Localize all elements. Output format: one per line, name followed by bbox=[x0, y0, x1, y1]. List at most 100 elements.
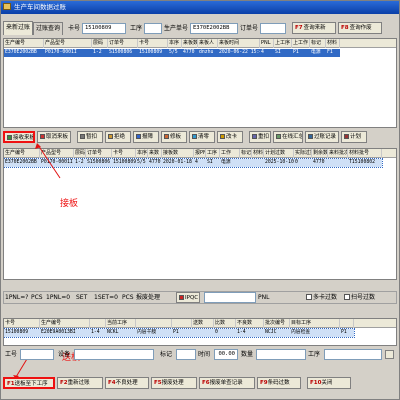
toolbar-button[interactable]: 过账记录 bbox=[305, 131, 339, 143]
column-header[interactable]: 产品型号 bbox=[40, 149, 74, 158]
query-void-label: 查询作废 bbox=[349, 25, 372, 31]
column-header[interactable]: 来板数 bbox=[182, 39, 198, 48]
scan-checkbox[interactable]: 扫号过数 bbox=[344, 292, 384, 303]
table-row[interactable]: 15100809 E20E9A0013BI 1-4 NCKL 内层干膜 P1 0 1-4 NCJ… bbox=[4, 328, 355, 338]
toolbar-button[interactable]: 在线汇总 bbox=[273, 131, 303, 143]
table-row[interactable]: E370E2002BB P0170-0001I 1-2 S1500806 1510080… bbox=[4, 158, 383, 168]
column-header[interactable]: 不良数 bbox=[236, 319, 264, 328]
order-num-input[interactable] bbox=[260, 23, 286, 34]
column-header[interactable]: 送数 bbox=[192, 319, 214, 328]
function-key-button[interactable]: F9条码过数 bbox=[257, 377, 301, 389]
column-header[interactable]: 标记 bbox=[310, 39, 326, 48]
order-label: 生产单号 bbox=[164, 25, 189, 32]
function-key-code: F2 bbox=[60, 380, 68, 386]
window-title: 生产车间数据过账 bbox=[14, 3, 66, 11]
column-header[interactable]: 当前工序 bbox=[106, 319, 136, 328]
toolbar-button[interactable]: 接收来板 bbox=[3, 131, 35, 143]
column-header[interactable]: 来料批次 bbox=[328, 149, 348, 158]
column-header[interactable]: 来数 bbox=[148, 149, 162, 158]
column-header[interactable] bbox=[90, 319, 106, 328]
ipqc-button[interactable]: IPQC bbox=[176, 292, 200, 303]
function-key-button[interactable]: F6报废单查记录 bbox=[199, 377, 255, 389]
column-header[interactable]: 订单号 bbox=[86, 149, 112, 158]
worker-input[interactable] bbox=[20, 349, 54, 360]
column-header[interactable]: 计划过数 bbox=[264, 149, 294, 158]
function-key-label: 报废单查记录 bbox=[209, 380, 243, 386]
column-header[interactable] bbox=[340, 319, 354, 328]
column-header[interactable]: 卡号 bbox=[112, 149, 136, 158]
column-header[interactable]: 目标工序 bbox=[290, 319, 340, 328]
column-header[interactable]: 接板数 bbox=[162, 149, 194, 158]
toolbar-button[interactable]: 重扣 bbox=[249, 131, 271, 143]
mark-input[interactable] bbox=[176, 349, 196, 360]
tab-posting-query[interactable]: 过账查询 bbox=[33, 22, 63, 35]
toolbar-button-label: 重扣 bbox=[258, 134, 270, 140]
column-header[interactable]: 实际过数 bbox=[294, 149, 312, 158]
column-header[interactable]: 来板人 bbox=[198, 39, 218, 48]
function-key-button[interactable]: F2重新过账 bbox=[57, 377, 103, 389]
column-header[interactable] bbox=[172, 319, 192, 328]
column-header[interactable]: 上工序 bbox=[274, 39, 292, 48]
column-header[interactable]: 生产编号 bbox=[4, 149, 40, 158]
column-header[interactable]: 层码 bbox=[92, 39, 108, 48]
toolbar-button[interactable]: 计划 bbox=[341, 131, 367, 143]
column-header[interactable]: 层码 bbox=[74, 149, 86, 158]
column-header[interactable]: 标记 bbox=[240, 149, 252, 158]
column-header[interactable]: 订单号 bbox=[108, 39, 138, 48]
pnl-input[interactable] bbox=[204, 292, 256, 303]
column-header[interactable]: 报PNL bbox=[194, 149, 206, 158]
column-header[interactable]: 卡号 bbox=[4, 319, 40, 328]
column-header[interactable]: 卡号 bbox=[138, 39, 168, 48]
multi-card-checkbox[interactable]: 多卡过数 bbox=[306, 292, 344, 303]
lock-icon[interactable] bbox=[385, 350, 394, 359]
column-header[interactable]: 材料 bbox=[326, 39, 340, 48]
column-header[interactable]: 来板时间 bbox=[218, 39, 260, 48]
transfer-grid[interactable]: 卡号 生产编号 当前工序 送数 比数 不良数 批次编号 目标工序 15100809 E20E9A… bbox=[3, 318, 397, 346]
toolbar-button[interactable]: 暂扣 bbox=[77, 131, 103, 143]
column-header[interactable]: 剩余数 bbox=[312, 149, 328, 158]
column-header[interactable]: 材料 bbox=[252, 149, 264, 158]
column-header[interactable]: 上工作 bbox=[292, 39, 310, 48]
column-header[interactable]: 生产编号 bbox=[40, 319, 90, 328]
column-header[interactable]: 工序 bbox=[206, 149, 220, 158]
incoming-grid[interactable]: 生产编号 产品型号 层码 订单号 卡号 本序 来板数 来板人 来板时间 PNL 上工序 上工作 标记 材料… bbox=[3, 38, 397, 128]
column-header[interactable]: 产品型号 bbox=[44, 39, 92, 48]
tab-incoming-posting[interactable]: 来新过账 bbox=[3, 21, 33, 35]
received-grid[interactable]: 生产编号产品型号层码订单号卡号本序来数接板数报PNL工序工作标记材料计划过数实际… bbox=[3, 148, 397, 280]
column-header[interactable]: PNL bbox=[260, 39, 274, 48]
table-row[interactable]: E370E2002BB P0170-0001I 1-2 S1500806 1510080… bbox=[4, 49, 340, 57]
toolbar-button[interactable]: 清零 bbox=[189, 131, 215, 143]
column-header[interactable] bbox=[136, 319, 172, 328]
column-header[interactable]: 工作 bbox=[220, 149, 240, 158]
work-input[interactable] bbox=[324, 349, 382, 360]
column-header[interactable]: 本序 bbox=[168, 39, 182, 48]
function-key-button[interactable]: F1送板至下工序 bbox=[3, 377, 55, 389]
column-header[interactable]: 比数 bbox=[214, 319, 236, 328]
qty-input[interactable] bbox=[256, 349, 306, 360]
scan-check[interactable] bbox=[344, 294, 350, 300]
order-input[interactable]: E370E2002BB bbox=[190, 23, 238, 34]
toolbar-button[interactable]: 报障 bbox=[133, 131, 159, 143]
table-cell: 电源 bbox=[221, 160, 231, 165]
time-input[interactable]: 00.00 bbox=[214, 349, 238, 360]
card-input[interactable]: 15100809 bbox=[82, 23, 126, 34]
query-incoming-button[interactable]: F7查询来新 bbox=[292, 22, 336, 34]
toolbar-button[interactable]: 拒绝 bbox=[105, 131, 131, 143]
function-key-button[interactable]: F4不良处理 bbox=[105, 377, 149, 389]
toolbar-button[interactable]: 取消来板 bbox=[37, 131, 71, 143]
device-input[interactable] bbox=[74, 349, 154, 360]
toolbar-button[interactable]: 修板 bbox=[161, 131, 187, 143]
transfer-grid-header: 卡号 生产编号 当前工序 送数 比数 不良数 批次编号 目标工序 bbox=[4, 319, 396, 328]
function-key-button[interactable]: F5报废处理 bbox=[151, 377, 197, 389]
table-cell: S1500806 bbox=[109, 50, 133, 55]
column-header[interactable]: 生产编号 bbox=[4, 39, 44, 48]
multi-card-check[interactable] bbox=[306, 294, 312, 300]
column-header[interactable]: 材料批号 bbox=[348, 149, 382, 158]
column-header[interactable]: 批次编号 bbox=[264, 319, 290, 328]
process-input[interactable] bbox=[144, 23, 162, 34]
toolbar-button-label: 取消来板 bbox=[46, 134, 69, 140]
toolbar-button[interactable]: 改卡 bbox=[217, 131, 243, 143]
column-header[interactable]: 本序 bbox=[136, 149, 148, 158]
query-void-button[interactable]: F8查询作废 bbox=[338, 22, 382, 34]
function-key-button[interactable]: F10关闭 bbox=[307, 377, 351, 389]
